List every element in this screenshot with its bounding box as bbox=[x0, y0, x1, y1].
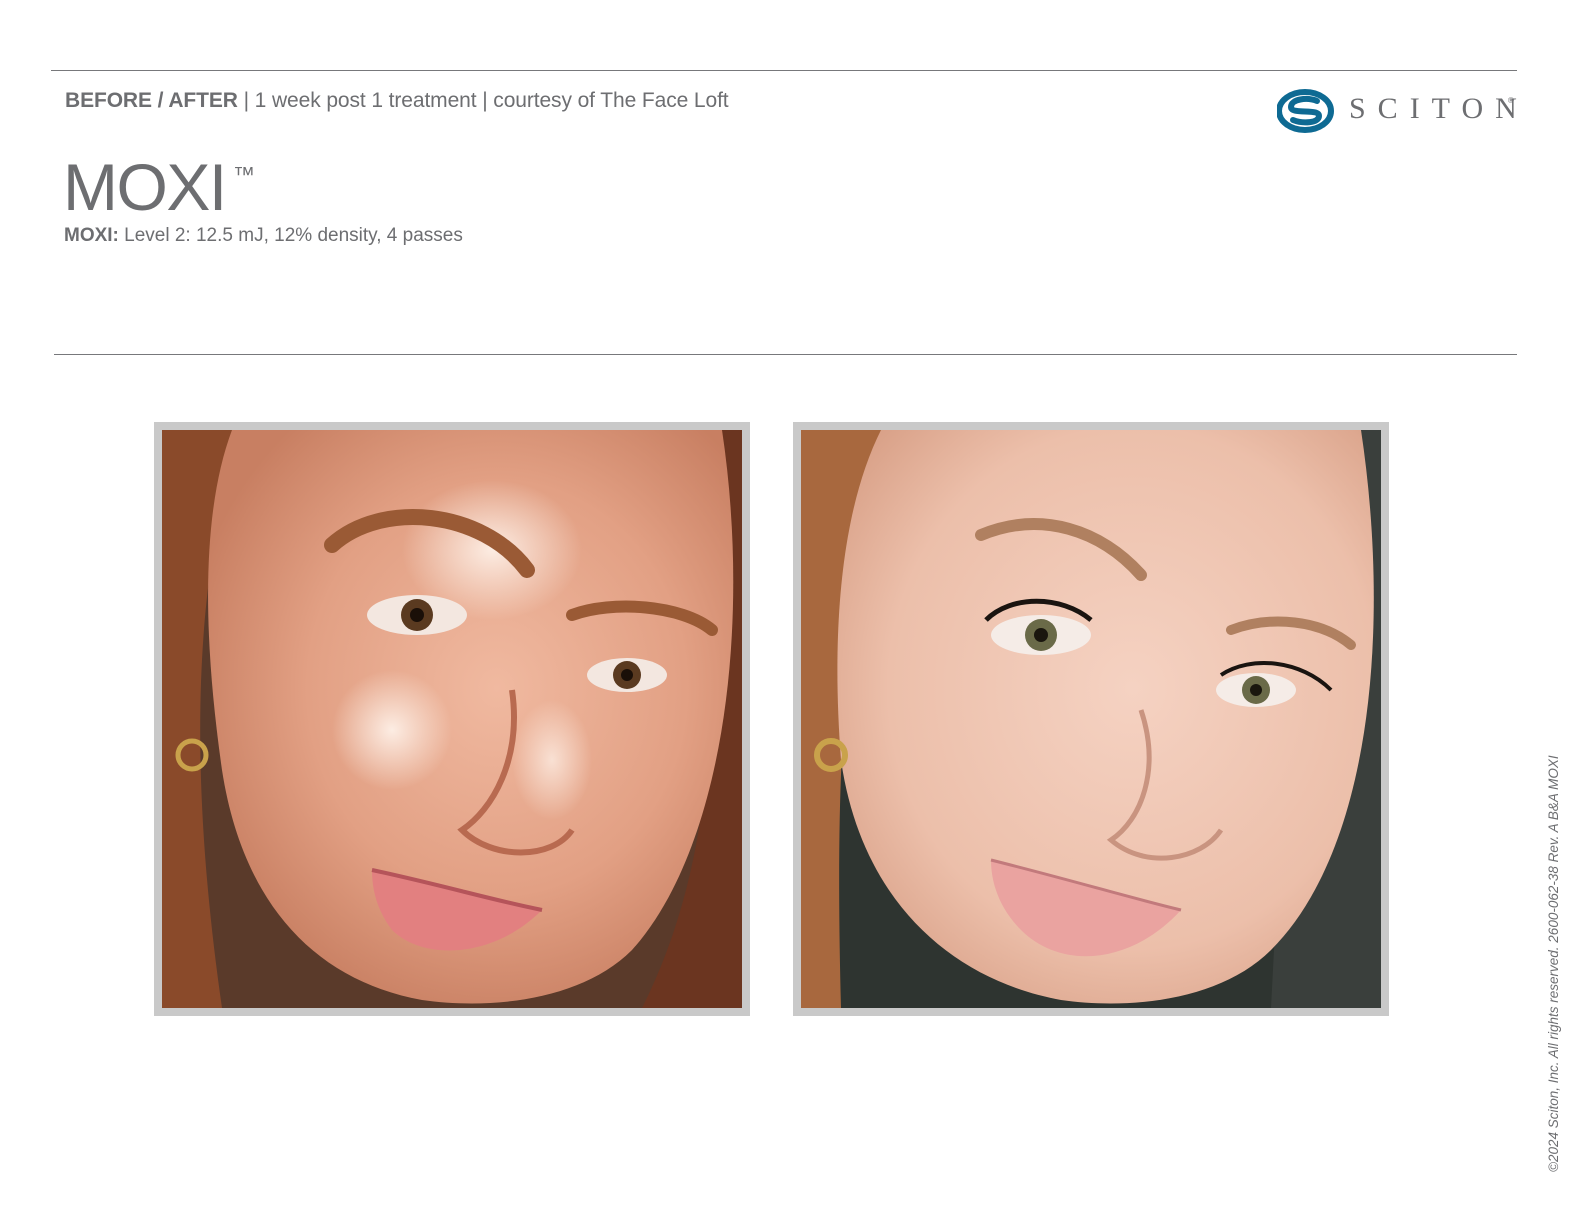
case-header: BEFORE / AFTER | 1 week post 1 treatment… bbox=[65, 89, 729, 113]
after-photo bbox=[793, 422, 1389, 1016]
section-divider bbox=[54, 354, 1517, 355]
copyright-notice: ©2024 Sciton, Inc. All rights reserved. … bbox=[1546, 755, 1561, 1172]
registered-mark: ® bbox=[1508, 96, 1514, 105]
settings-value: Level 2: 12.5 mJ, 12% density, 4 passes bbox=[118, 225, 463, 246]
logo-wordmark: SCITON bbox=[1349, 92, 1529, 125]
settings-label: MOXI: bbox=[64, 225, 119, 246]
before-face-photo-icon bbox=[162, 430, 742, 1008]
sciton-swirl-icon bbox=[1276, 89, 1334, 133]
before-photo bbox=[154, 422, 750, 1016]
before-after-label: BEFORE / AFTER bbox=[65, 89, 238, 112]
top-divider bbox=[51, 70, 1517, 71]
trademark-symbol: ™ bbox=[233, 162, 255, 187]
sciton-logo: SCITON ® bbox=[1276, 88, 1517, 134]
case-details: | 1 week post 1 treatment | courtesy of … bbox=[237, 89, 729, 112]
after-face-photo-icon bbox=[801, 430, 1381, 1008]
treatment-settings: MOXI: Level 2: 12.5 mJ, 12% density, 4 p… bbox=[64, 225, 463, 247]
product-title: MOXI bbox=[63, 150, 227, 224]
